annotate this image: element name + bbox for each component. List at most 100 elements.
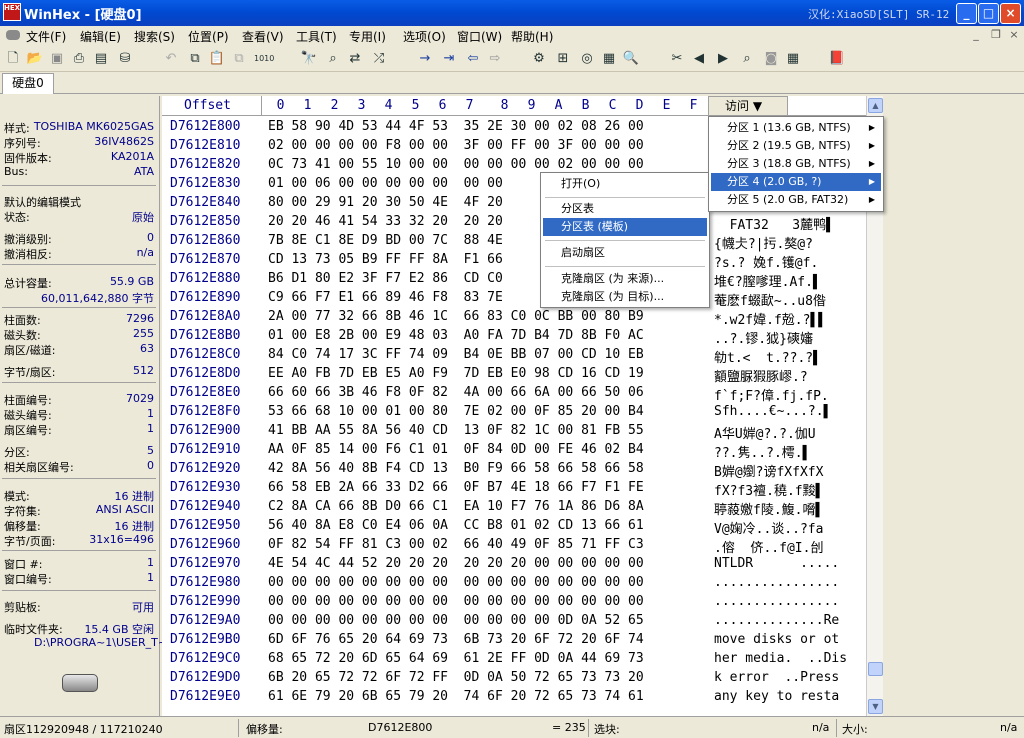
forward-icon[interactable]: ⇨	[486, 50, 504, 68]
replace-icon[interactable]: ⇄	[346, 50, 364, 68]
properties-icon[interactable]: ▤	[92, 50, 110, 68]
disk-snapshot-icon[interactable]: ◎	[578, 50, 596, 68]
hex-row[interactable]: D7612E920 42 8A 56 40 8B F4 CD 13 B0 F9 6…	[162, 460, 866, 480]
new-file-icon[interactable]: 🗋	[4, 50, 22, 68]
find-hex-icon[interactable]: ⌕	[324, 50, 342, 68]
camera-icon[interactable]: ◙	[762, 50, 780, 68]
find-icon[interactable]: 🔭	[300, 50, 318, 68]
menu-position[interactable]: 位置(P)	[188, 28, 229, 45]
hex-row[interactable]: D7612E930 66 58 EB 2A 66 33 D2 66 0F B7 4…	[162, 479, 866, 499]
hex-row[interactable]: D7612E9B0 6D 6F 76 65 20 64 69 73 6B 73 2…	[162, 631, 866, 650]
goto-offset-icon[interactable]: →	[416, 50, 434, 68]
calculator-icon[interactable]: ▦	[600, 50, 618, 68]
menu-search[interactable]: 搜索(S)	[134, 28, 175, 45]
open-disk-icon[interactable]: ⛁	[116, 50, 134, 68]
row-hex-bytes: C9 66 F7 E1 66 89 46 F8 83 7E	[268, 290, 503, 305]
hex-row[interactable]: D7612E860 7B 8E C1 8E D9 BD 00 7C 88 4E {幭…	[162, 232, 866, 252]
submenu-partition-4[interactable]: 分区 4 (2.0 GB, ?) ▶	[711, 173, 881, 191]
hex-row[interactable]: D7612E890 C9 66 F7 E1 66 89 46 F8 83 7E 菴麽…	[162, 289, 866, 309]
menu-edit[interactable]: 编辑(E)	[80, 28, 121, 45]
menu-window[interactable]: 窗口(W)	[457, 28, 502, 45]
menu-help[interactable]: 帮助(H)	[511, 28, 553, 45]
mdi-restore-button[interactable]: ❐	[988, 28, 1004, 44]
hex-row[interactable]: D7612E9E0 61 6E 79 20 6B 65 79 20 74 6F 2…	[162, 688, 866, 707]
hex-row[interactable]: D7612E910 AA 0F 85 14 00 F6 C1 01 0F 84 0…	[162, 441, 866, 461]
menu-item-boot-sector[interactable]: 启动扇区	[543, 244, 707, 262]
replace-hex-icon[interactable]: ⤮	[370, 50, 388, 68]
convert-binary-icon[interactable]: 1010	[254, 50, 274, 68]
menu-file[interactable]: 文件(F)	[26, 28, 66, 45]
hex-row[interactable]: D7612E9D0 6B 20 65 72 72 6F 72 FF 0D 0A 5…	[162, 669, 866, 688]
hex-row[interactable]: D7612E980 00 00 00 00 00 00 00 00 00 00 0…	[162, 574, 866, 593]
mdi-close-button[interactable]: ×	[1006, 28, 1022, 44]
column-header: 8	[500, 98, 509, 113]
open-file-icon[interactable]: 📂	[26, 50, 44, 68]
row-text: A华U婩@?.?.伽U	[714, 427, 816, 442]
clone-icon[interactable]: ✂	[668, 50, 686, 68]
hex-row[interactable]: D7612E9A0 00 00 00 00 00 00 00 00 00 00 0…	[162, 612, 866, 631]
paste-alt-icon[interactable]: ⧉	[230, 50, 248, 68]
hex-row[interactable]: D7612E8B0 01 00 E8 2B 00 E9 48 03 A0 FA 7…	[162, 327, 866, 347]
hex-row[interactable]: D7612E970 4E 54 4C 44 52 20 20 20 20 20 2…	[162, 555, 866, 574]
offset-format-value: 16 进制	[114, 520, 155, 533]
menu-tools[interactable]: 工具(T)	[296, 28, 337, 45]
menu-item-partition-table-template[interactable]: 分区表 (模板)	[543, 218, 707, 236]
hex-row[interactable]: D7612E900 41 BB AA 55 8A 56 40 CD 13 0F 8…	[162, 422, 866, 442]
disk-menu-icon[interactable]	[6, 30, 20, 40]
row-offset: D7612E930	[170, 480, 241, 495]
goto-sector-icon[interactable]: ⇥	[440, 50, 458, 68]
hex-row[interactable]: D7612E9C0 68 65 72 20 6D 65 64 69 61 2E F…	[162, 650, 866, 669]
print-icon[interactable]: ⎙	[70, 50, 88, 68]
menu-options[interactable]: 选项(O)	[403, 28, 446, 45]
undo-icon[interactable]: ↶	[162, 50, 180, 68]
menu-item-clone-as-source[interactable]: 克隆扇区 (为 来源)...	[543, 270, 707, 288]
menu-view[interactable]: 查看(V)	[242, 28, 284, 45]
mdi-minimize-button[interactable]: _	[968, 28, 984, 44]
scroll-down-icon[interactable]: ▼	[868, 699, 883, 714]
hex-row[interactable]: D7612E8F0 53 66 68 10 00 01 00 80 7E 02 0…	[162, 403, 866, 422]
paste-icon[interactable]: 📋	[208, 50, 226, 68]
hex-row[interactable]: D7612E990 00 00 00 00 00 00 00 00 00 00 0…	[162, 593, 866, 612]
bookmark-book-icon[interactable]: 📕	[828, 50, 846, 68]
submenu-partition-1[interactable]: 分区 1 (13.6 GB, NTFS) ▶	[711, 119, 881, 137]
hex-row[interactable]: D7612E8D0 EE A0 FB 7D EB E5 A0 F9 7D EB E…	[162, 365, 866, 385]
menu-item-clone-as-target[interactable]: 克隆扇区 (为 目标)...	[543, 288, 707, 306]
copy-icon[interactable]: ⧉	[186, 50, 204, 68]
hex-row[interactable]: D7612E8A0 2A 00 77 32 66 8B 46 1C 66 83 C…	[162, 308, 866, 328]
access-dropdown-button[interactable]: 访问 ▼	[708, 96, 788, 116]
hex-row[interactable]: D7612E8C0 84 C0 74 17 3C FF 74 09 B4 0E B…	[162, 346, 866, 366]
cylinders-row: 柱面数: 7296	[4, 312, 156, 327]
submenu-partition-3[interactable]: 分区 3 (18.8 GB, NTFS) ▶	[711, 155, 881, 173]
hex-row[interactable]: D7612E8E0 66 60 66 3B 46 F8 0F 82 4A 00 6…	[162, 384, 866, 404]
submenu-partition-5[interactable]: 分区 5 (2.0 GB, FAT32) ▶	[711, 191, 881, 209]
ram-editor-icon[interactable]: ⊞	[554, 50, 572, 68]
hex-row[interactable]: D7612E940 C2 8A CA 66 8B D0 66 C1 EA 10 F…	[162, 498, 866, 518]
hex-row[interactable]: D7612E880 B6 D1 80 E2 3F F7 E2 86 CD C0 堆€…	[162, 270, 866, 290]
hex-row[interactable]: D7612E850 20 20 46 41 54 33 32 20 20 20 F…	[162, 213, 866, 233]
menu-item-partition-table[interactable]: 分区表	[543, 200, 707, 218]
minimize-button[interactable]: _	[956, 3, 977, 24]
hash-icon[interactable]: ⚙	[530, 50, 548, 68]
table-icon[interactable]: ▦	[784, 50, 802, 68]
maximize-button[interactable]: □	[978, 3, 999, 24]
menu-specialist[interactable]: 专用(I)	[349, 28, 386, 45]
menu-item-open[interactable]: 打开(O)	[543, 175, 707, 193]
hex-row[interactable]: D7612E960 0F 82 54 FF 81 C3 00 02 66 40 4…	[162, 536, 866, 556]
scroll-up-icon[interactable]: ▲	[868, 98, 883, 113]
winhex-app-icon[interactable]: HEX	[3, 3, 21, 21]
row-hex-bytes: 01 00 06 00 00 00 00 00 00 00	[268, 176, 503, 191]
hex-row[interactable]: D7612E950 56 40 8A E8 C0 E4 06 0A CC B8 0…	[162, 517, 866, 537]
find-next-icon[interactable]: ⌕	[738, 50, 756, 68]
column-header: 6	[438, 98, 447, 113]
next-icon[interactable]: ▶	[714, 50, 732, 68]
back-icon[interactable]: ⇦	[464, 50, 482, 68]
tab-disk0[interactable]: 硬盘0	[2, 73, 54, 94]
prev-icon[interactable]: ◀	[690, 50, 708, 68]
hex-row[interactable]: D7612E870 CD 13 73 05 B9 FF FF 8A F1 66 ?s…	[162, 251, 866, 271]
close-button[interactable]: ×	[1000, 3, 1021, 24]
submenu-partition-2[interactable]: 分区 2 (19.5 GB, NTFS) ▶	[711, 137, 881, 155]
clipboard-row: 剪贴板: 可用	[4, 599, 156, 614]
magnify-icon[interactable]: 🔍	[622, 50, 640, 68]
save-icon[interactable]: ▣	[48, 50, 66, 68]
scroll-thumb[interactable]	[868, 662, 883, 676]
